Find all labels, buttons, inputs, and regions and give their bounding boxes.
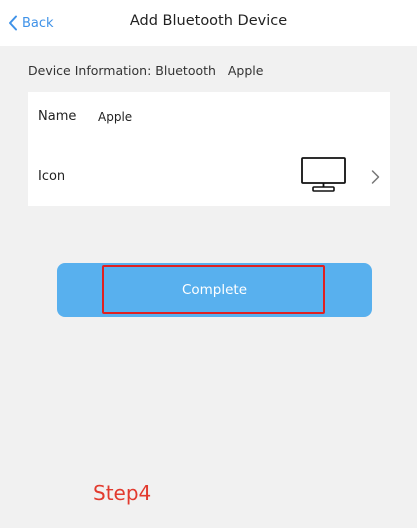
navigation-bar: Back Add Bluetooth Device bbox=[0, 0, 417, 46]
complete-button-label: Complete bbox=[181, 282, 248, 298]
monitor-icon bbox=[301, 157, 346, 192]
device-information-text: Device Information: Bluetooth Apple bbox=[28, 63, 264, 78]
icon-label: Icon bbox=[38, 169, 66, 184]
icon-row[interactable]: Icon bbox=[28, 149, 390, 206]
name-label: Name bbox=[38, 109, 77, 124]
name-row[interactable]: Name Apple bbox=[28, 92, 390, 149]
complete-button[interactable]: Complete bbox=[57, 263, 372, 317]
chevron-right-icon bbox=[371, 170, 380, 184]
step-annotation: Step4 bbox=[93, 481, 152, 505]
device-settings-card: Name Apple Icon bbox=[28, 92, 390, 206]
name-value[interactable]: Apple bbox=[98, 110, 132, 124]
page-title: Add Bluetooth Device bbox=[129, 13, 288, 29]
